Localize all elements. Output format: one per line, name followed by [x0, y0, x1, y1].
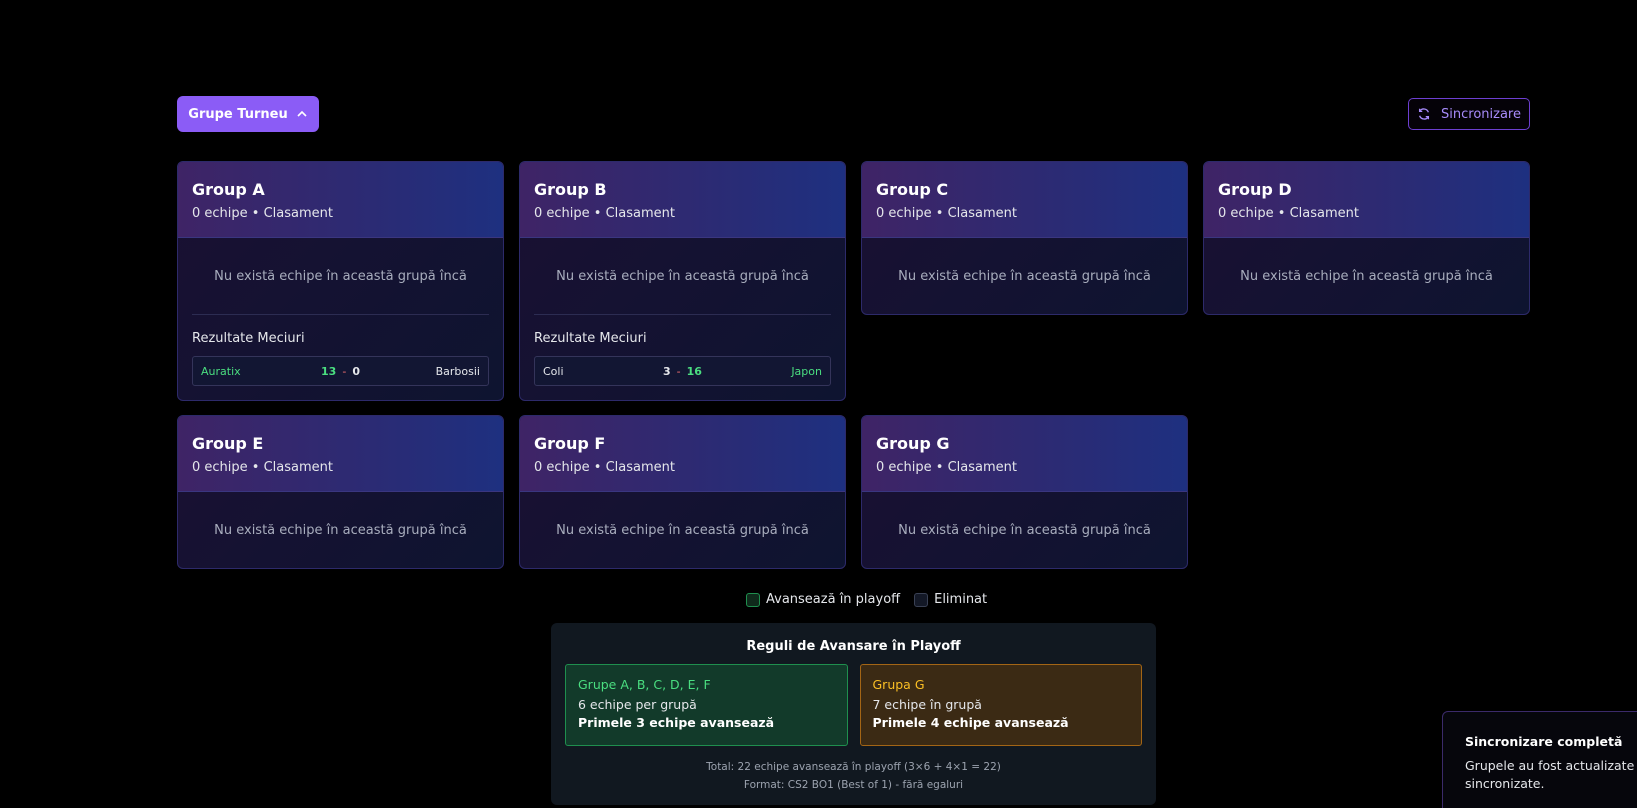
- group-card-d: Group D 0 echipe • Clasament Nu există e…: [1203, 161, 1530, 315]
- group-header: Group E 0 echipe • Clasament: [178, 416, 503, 492]
- empty-group-message: Nu există echipe în această grupă încă: [214, 522, 467, 538]
- group-subtitle: 0 echipe • Clasament: [534, 206, 675, 221]
- score-right: 16: [686, 364, 702, 378]
- score-left: 3: [663, 364, 671, 378]
- rules-total: Total: 22 echipe avansează în playoff (3…: [706, 761, 1001, 773]
- group-subtitle: 0 echipe • Clasament: [534, 460, 675, 475]
- rule-box-groups-a-f: Grupe A, B, C, D, E, F 6 echipe per grup…: [565, 664, 848, 746]
- rule-box-group-g: Grupa G 7 echipe în grupă Primele 4 echi…: [859, 664, 1142, 746]
- sync-toast: Sincronizare completă Grupele au fost ac…: [1442, 711, 1637, 808]
- rule-line: 7 echipe în grupă: [872, 697, 982, 712]
- team-right: Barbosii: [435, 364, 480, 378]
- group-subtitle: 0 echipe • Clasament: [1218, 206, 1359, 221]
- group-title: Group A: [192, 180, 265, 199]
- sync-button[interactable]: Sincronizare: [1408, 98, 1530, 130]
- team-left: Coli: [543, 364, 564, 378]
- rule-line: 6 echipe per grupă: [578, 697, 697, 712]
- group-header: Group B 0 echipe • Clasament: [520, 162, 845, 238]
- match-row: Coli 3 - 16 Japon: [534, 356, 831, 386]
- groups-toggle-label: Grupe Turneu: [188, 106, 288, 122]
- empty-group-message: Nu există echipe în această grupă încă: [898, 522, 1151, 538]
- toast-line: sincronizate.: [1465, 776, 1545, 791]
- empty-group-message: Nu există echipe în această grupă încă: [556, 268, 809, 284]
- rule-head: Grupa G: [872, 677, 925, 692]
- empty-group-message: Nu există echipe în această grupă încă: [898, 268, 1151, 284]
- toast-body: Grupele au fost actualizate cu s sincron…: [1465, 757, 1637, 793]
- results-title: Rezultate Meciuri: [534, 331, 647, 346]
- legend-advance: Avansează în playoff: [746, 592, 900, 607]
- team-right: Japon: [791, 364, 822, 378]
- empty-group-message: Nu există echipe în această grupă încă: [214, 268, 467, 284]
- match-results: Rezultate Meciuri Coli 3 - 16 Japon: [520, 314, 845, 400]
- group-title: Group F: [534, 434, 606, 453]
- group-title: Group B: [534, 180, 607, 199]
- group-card-c: Group C 0 echipe • Clasament Nu există e…: [861, 161, 1188, 315]
- groups-toggle-button[interactable]: Grupe Turneu: [177, 96, 319, 132]
- legend-advance-label: Avansează în playoff: [766, 592, 901, 607]
- match-score: 13 - 0: [321, 365, 360, 378]
- group-card-a: Group A 0 echipe • Clasament Nu există e…: [177, 161, 504, 401]
- group-title: Group E: [192, 434, 264, 453]
- group-subtitle: 0 echipe • Clasament: [192, 206, 333, 221]
- divider: [192, 314, 489, 315]
- score-left: 13: [321, 364, 337, 378]
- match-score: 3 - 16: [663, 365, 702, 378]
- refresh-icon: [1418, 108, 1430, 120]
- legend: Avansează în playoff Eliminat: [746, 592, 987, 607]
- rules-format: Format: CS2 BO1 (Best of 1) - fără egalu…: [743, 779, 964, 791]
- match-row: Auratix 13 - 0 Barbosii: [192, 356, 489, 386]
- group-header: Group F 0 echipe • Clasament: [520, 416, 845, 492]
- rules-boxes: Grupe A, B, C, D, E, F 6 echipe per grup…: [565, 664, 1142, 746]
- rule-advance-line: Primele 4 echipe avansează: [872, 715, 1069, 730]
- group-card-e: Group E 0 echipe • Clasament Nu există e…: [177, 415, 504, 569]
- group-header: Group C 0 echipe • Clasament: [862, 162, 1187, 238]
- group-header: Group A 0 echipe • Clasament: [178, 162, 503, 238]
- group-header: Group D 0 echipe • Clasament: [1204, 162, 1529, 238]
- group-title: Group G: [876, 434, 950, 453]
- empty-group-message: Nu există echipe în această grupă încă: [1240, 268, 1493, 284]
- legend-eliminated: Eliminat: [914, 592, 987, 607]
- chevron-up-icon: [297, 110, 307, 117]
- score-separator: -: [676, 364, 681, 378]
- results-title: Rezultate Meciuri: [192, 331, 305, 346]
- score-separator: -: [342, 364, 347, 378]
- toast-line: Grupele au fost actualizate cu s: [1465, 758, 1637, 773]
- sync-label: Sincronizare: [1441, 106, 1521, 122]
- score-right: 0: [352, 364, 360, 378]
- group-card-f: Group F 0 echipe • Clasament Nu există e…: [519, 415, 846, 569]
- group-title: Group D: [1218, 180, 1292, 199]
- group-title: Group C: [876, 180, 949, 199]
- group-header: Group G 0 echipe • Clasament: [862, 416, 1187, 492]
- rule-advance-line: Primele 3 echipe avansează: [578, 715, 775, 730]
- group-subtitle: 0 echipe • Clasament: [876, 206, 1017, 221]
- advance-swatch: [746, 592, 760, 607]
- group-subtitle: 0 echipe • Clasament: [192, 460, 333, 475]
- team-left: Auratix: [201, 364, 241, 378]
- group-card-b: Group B 0 echipe • Clasament Nu există e…: [519, 161, 846, 401]
- group-subtitle: 0 echipe • Clasament: [876, 460, 1017, 475]
- rule-head: Grupe A, B, C, D, E, F: [578, 677, 711, 692]
- playoff-rules-panel: Reguli de Avansare în Playoff Grupe A, B…: [551, 623, 1156, 805]
- divider: [534, 314, 831, 315]
- group-card-g: Group G 0 echipe • Clasament Nu există e…: [861, 415, 1188, 569]
- legend-eliminated-label: Eliminat: [934, 592, 988, 607]
- empty-group-message: Nu există echipe în această grupă încă: [556, 522, 809, 538]
- eliminated-swatch: [914, 592, 929, 607]
- rules-footer: Total: 22 echipe avansează în playoff (3…: [565, 758, 1142, 794]
- match-results: Rezultate Meciuri Auratix 13 - 0 Barbosi…: [178, 314, 503, 400]
- toast-title: Sincronizare completă: [1465, 734, 1623, 749]
- rules-title: Reguli de Avansare în Playoff: [746, 639, 961, 654]
